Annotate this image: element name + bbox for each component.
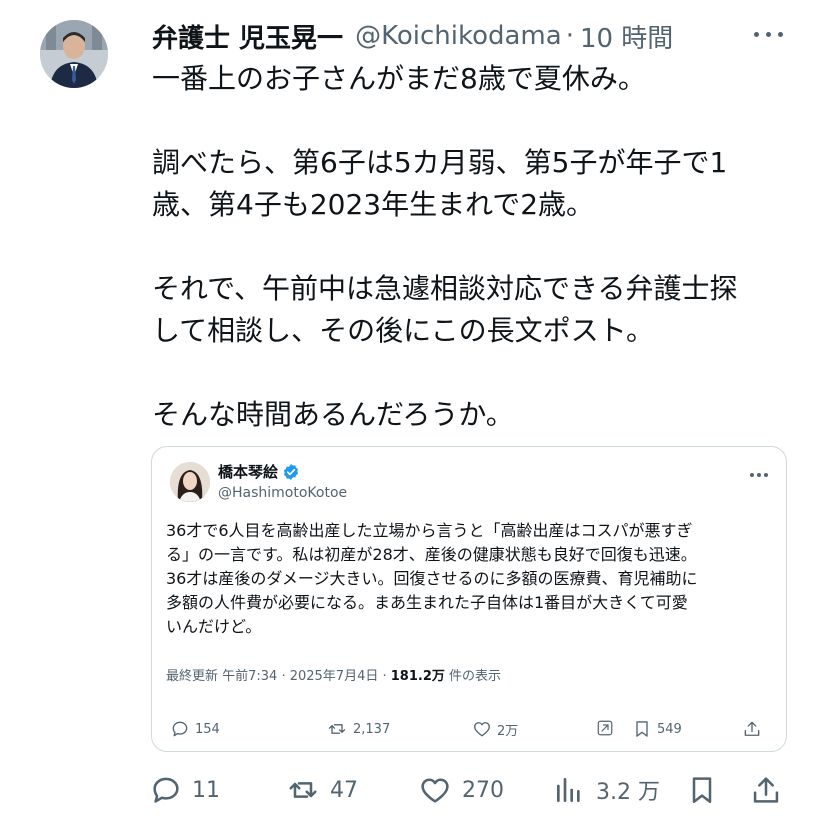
quoted-line: る」の一言です。私は初産が28才、産後の健康状態も良好で回復も迅速。: [166, 545, 697, 564]
quoted-reply-count: 154: [195, 721, 220, 737]
quoted-author-name-row[interactable]: 橋本琴絵: [218, 461, 300, 482]
quoted-like-button[interactable]: 2万: [472, 719, 518, 739]
views-button[interactable]: 3.2 万: [552, 770, 660, 810]
bookmark-icon: [636, 721, 648, 737]
share-icon: [753, 777, 779, 803]
quoted-reply-button[interactable]: 154: [170, 719, 220, 739]
bookmark-button[interactable]: [686, 770, 728, 810]
user-avatar-photo: [40, 20, 108, 88]
user-avatar-photo: [170, 462, 210, 502]
tweet-line: それで、午前中は急遽相談対応できる弁護士探: [152, 272, 738, 305]
like-button[interactable]: 270: [418, 770, 504, 810]
retweet-button[interactable]: 47: [286, 770, 358, 810]
tweet-time[interactable]: 10 時間: [580, 18, 673, 55]
tweet-text: 一番上のお子さんがまだ8歳で夏休み。 調べたら、第6子は5カ月弱、第5子が年子で…: [152, 58, 802, 436]
quoted-line: 36才は産後のダメージ大きい。回復させるのに多額の医療費、育児補助に: [166, 569, 698, 588]
quoted-retweet-button[interactable]: 2,137: [326, 719, 390, 739]
views-count: 3.2 万: [596, 780, 660, 805]
reply-icon: [153, 777, 179, 803]
tweet-line: そんな時間あるんだろうか。: [152, 398, 514, 431]
more-button[interactable]: [752, 26, 786, 42]
author-name[interactable]: 弁護士 児玉晃一: [152, 18, 343, 55]
bookmark-icon: [692, 777, 712, 803]
author-avatar[interactable]: [40, 20, 108, 88]
quoted-meta: 最終更新 午前7:34 · 2025年7月4日 · 181.2万 件の表示: [166, 665, 501, 684]
quoted-retweet-count: 2,137: [353, 721, 391, 737]
quoted-author-avatar[interactable]: [170, 462, 210, 502]
quoted-author-handle[interactable]: @HashimotoKotoe: [218, 485, 347, 501]
tweet-line: 調べたら、第6子は5カ月弱、第5子が年子で1: [152, 146, 728, 179]
quoted-more-button[interactable]: [750, 473, 768, 479]
quoted-grok-button[interactable]: [596, 719, 619, 737]
separator-dot: ·: [565, 21, 574, 51]
retweet-count: 47: [330, 777, 358, 803]
share-icon: [744, 721, 760, 736]
tweet-header: 弁護士 児玉晃一 @Koichikodama · 10 時間: [152, 16, 673, 56]
quoted-action-bar: 154 2,137 2万 549: [166, 719, 772, 743]
heart-icon: [474, 722, 490, 737]
reply-icon: [172, 721, 188, 737]
reply-button[interactable]: 11: [150, 770, 220, 810]
quoted-author-name[interactable]: 橋本琴絵: [218, 461, 278, 482]
like-count: 270: [462, 777, 504, 803]
tweet-line: 歳、第4子も2023年生まれで2歳。: [152, 188, 595, 221]
quoted-meta-suffix: 件の表示: [444, 669, 502, 684]
tweet-action-bar: 11 47 270 3.2 万: [150, 770, 790, 810]
retweet-icon: [289, 782, 317, 798]
quoted-line: 多額の人件費が必要になる。まあ生まれた子自体は1番目が大きくて可愛: [166, 593, 688, 612]
quoted-bookmark-count: 549: [657, 721, 682, 737]
more-dots-icon: [754, 32, 759, 37]
analytics-bar-chart-icon: [557, 778, 580, 802]
quoted-line: いんだけど。: [166, 617, 262, 636]
verified-badge-icon: [283, 463, 299, 480]
quoted-share-button[interactable]: [742, 719, 767, 739]
quoted-meta-date: 最終更新 午前7:34 · 2025年7月4日 ·: [166, 669, 391, 684]
quoted-tweet-text: 36才で6人目を高齢出産した立場から言うと「高齢出産はコスパが悪すぎ る」の一言…: [166, 519, 776, 639]
share-button[interactable]: [750, 770, 792, 810]
quoted-like-count: 2万: [497, 723, 519, 739]
quoted-view-count[interactable]: 181.2万: [391, 669, 445, 684]
more-dots-icon: [750, 473, 754, 477]
grok-icon: [597, 720, 613, 736]
quoted-bookmark-button[interactable]: 549: [632, 719, 682, 739]
retweet-icon: [328, 724, 346, 734]
author-handle[interactable]: @Koichikodama: [355, 21, 562, 51]
tweet-line: して相談し、その後にこの長文ポスト。: [152, 314, 655, 347]
reply-count: 11: [192, 777, 220, 803]
quoted-line: 36才で6人目を高齢出産した立場から言うと「高齢出産はコスパが悪すぎ: [166, 521, 693, 540]
quoted-tweet-card[interactable]: 橋本琴絵 @HashimotoKotoe 36才で6人目を高齢出産した立場から言…: [151, 446, 787, 752]
heart-icon: [421, 778, 449, 803]
tweet-line: 一番上のお子さんがまだ8歳で夏休み。: [152, 62, 646, 95]
